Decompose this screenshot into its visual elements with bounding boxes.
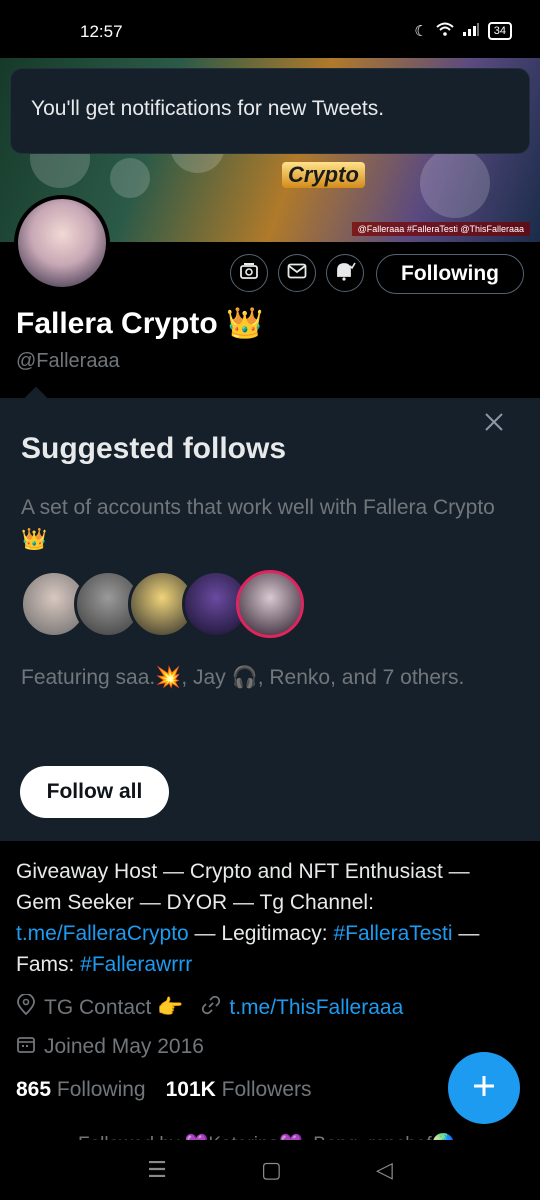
profile-meta-joined: Joined May 2016 [16,1034,204,1060]
location-pin-icon [16,993,36,1022]
subscribe-icon [239,262,259,285]
profile-name: Fallera Crypto 👑 [16,306,263,341]
follow-all-button[interactable]: Follow all [20,766,169,818]
bio-text: Giveaway Host — Crypto and NFT Enthusias… [16,860,470,914]
moon-icon: ☾ [414,23,428,40]
website-link[interactable]: t.me/ThisFalleraaa [229,996,403,1020]
calendar-icon [16,1034,36,1060]
bell-check-icon [334,261,356,286]
bio-hashtag-testi[interactable]: #FalleraTesti [333,922,452,945]
following-button[interactable]: Following [376,254,524,294]
status-time: 12:57 [80,22,123,41]
home-icon[interactable]: ▢ [261,1157,282,1183]
followers-count[interactable]: 101K Followers [166,1078,312,1102]
featuring-text: Featuring saa.💥, Jay 🎧, Renko, and 7 oth… [21,666,465,689]
notification-toast: You'll get notifications for new Tweets. [10,68,530,154]
plus-icon [471,1073,497,1104]
notifications-button[interactable] [326,254,364,292]
following-count[interactable]: 865 Following [16,1078,146,1102]
banner-handles: @Falleraaa #FalleraTesti @ThisFalleraaa [351,222,530,236]
close-icon[interactable] [482,410,506,434]
suggested-follows-card: Suggested follows A set of accounts that… [0,386,540,841]
toast-text: You'll get notifications for new Tweets. [31,97,385,120]
profile-meta-location: TG Contact 👉 t.me/ThisFalleraaa [16,993,403,1022]
joined-text: Joined May 2016 [44,1035,204,1058]
status-icons: ☾ 34 [414,22,512,40]
status-bar: 12:57 ☾ 34 [0,0,540,62]
profile-bio: Giveaway Host — Crypto and NFT Enthusias… [16,856,516,980]
banner-title: Crypto [282,162,365,188]
suggested-avatar[interactable] [236,570,304,638]
follow-counts: 865 Following 101K Followers [16,1078,312,1102]
suggested-title: Suggested follows [21,432,287,465]
bio-hashtag-fams[interactable]: #Fallerawrrr [80,953,192,976]
link-icon [201,995,221,1021]
crown-emoji: 👑 [226,307,264,340]
menu-icon[interactable]: ☰ [147,1157,167,1183]
battery-icon: 34 [487,22,512,40]
suggested-description: A set of accounts that work well with Fa… [21,496,495,551]
signal-icon [462,22,480,40]
back-icon[interactable]: ◁ [376,1157,393,1183]
location-text: TG Contact 👉 [44,996,184,1019]
profile-handle: @Falleraaa [16,350,120,372]
wifi-icon [436,22,454,40]
avatar[interactable] [14,195,110,291]
suggested-avatars[interactable] [20,570,304,638]
bio-channel-link[interactable]: t.me/FalleraCrypto [16,922,189,945]
system-nav-bar: ☰ ▢ ◁ [0,1140,540,1200]
bio-text: — Legitimacy: [188,922,334,945]
compose-tweet-button[interactable] [448,1052,520,1124]
envelope-icon [287,263,307,284]
subscribe-button[interactable] [230,254,268,292]
message-button[interactable] [278,254,316,292]
card-notch [24,386,48,410]
profile-name-text: Fallera Crypto [16,307,218,340]
